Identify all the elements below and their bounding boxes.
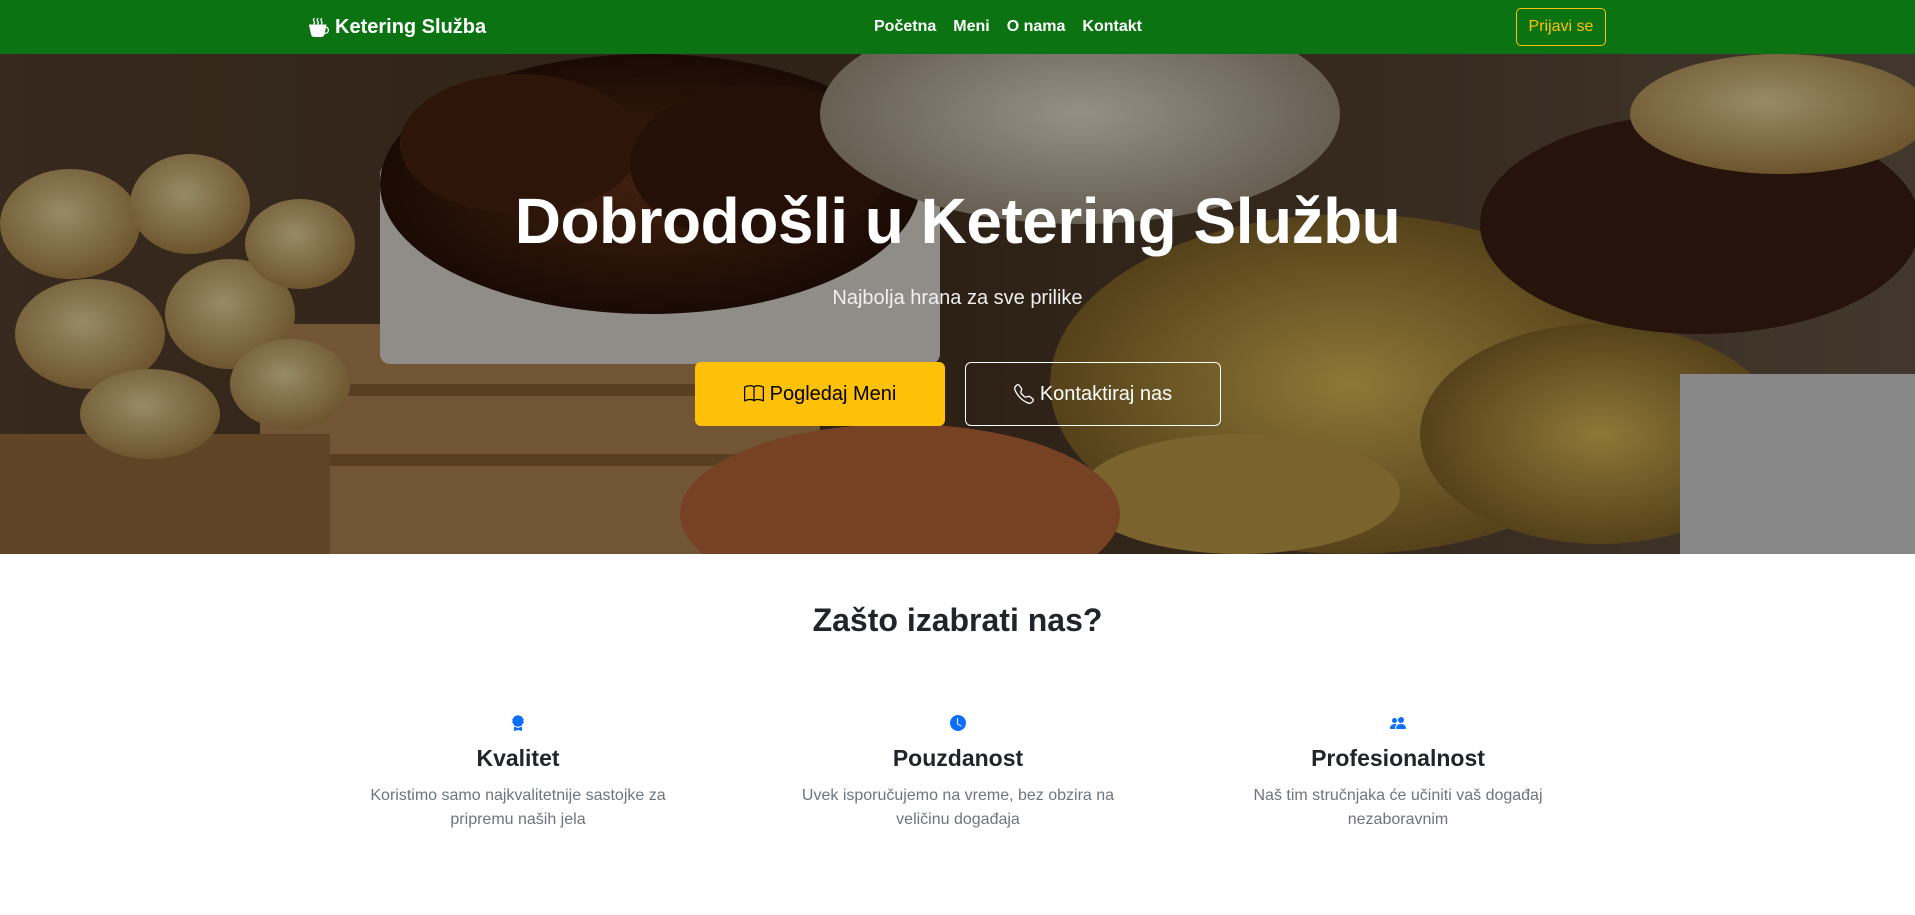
- book-icon: [743, 385, 764, 402]
- nav-link-o-nama[interactable]: O nama: [1007, 18, 1066, 36]
- people-icon: [1390, 717, 1406, 729]
- feature-text-quality: Koristimo samo najkvalitetnije sastojke …: [370, 787, 666, 828]
- feature-card-reliability: Pouzdanost Uvek isporučujemo na vreme, b…: [768, 715, 1148, 832]
- view-menu-label: Pogledaj Meni: [769, 382, 897, 405]
- brand-link[interactable]: Ketering Služba: [309, 0, 486, 54]
- hero-subtitle: Najbolja hrana za sve prilike: [832, 287, 1083, 309]
- nav-link-kontakt[interactable]: Kontakt: [1082, 18, 1142, 36]
- login-button[interactable]: Prijavi se: [1516, 8, 1606, 46]
- hero-section: Dobrodošli u Ketering Službu Najbolja hr…: [0, 54, 1915, 554]
- feature-card-quality: Kvalitet Koristimo samo najkvalitetnije …: [328, 715, 708, 832]
- feature-title-reliability: Pouzdanost: [892, 745, 1024, 771]
- feature-text-reliability: Uvek isporučujemo na vreme, bez obzira n…: [801, 787, 1115, 828]
- award-icon: [512, 715, 524, 731]
- nav-link-meni[interactable]: Meni: [953, 18, 989, 36]
- telephone-icon: [1013, 384, 1034, 404]
- feature-text-professionalism: Naš tim stručnjaka će učiniti vaš događa…: [1253, 787, 1543, 828]
- feature-title-quality: Kvalitet: [476, 745, 560, 771]
- contact-us-label: Kontaktiraj nas: [1039, 382, 1173, 405]
- feature-title-professionalism: Profesionalnost: [1311, 745, 1485, 771]
- feature-card-professionalism: Profesionalnost Naš tim stručnjaka će uč…: [1208, 715, 1588, 832]
- nav-link-pocetna[interactable]: Početna: [874, 18, 936, 36]
- contact-us-button[interactable]: Kontaktiraj nas: [965, 362, 1221, 426]
- view-menu-button[interactable]: Pogledaj Meni: [695, 362, 945, 426]
- brand-name: Ketering Služba: [335, 15, 487, 38]
- nav-links: Početna Meni O nama Kontakt: [874, 0, 1142, 54]
- hero-title: Dobrodošli u Ketering Službu: [514, 185, 1401, 257]
- navbar: Ketering Služba Početna Meni O nama Kont…: [0, 0, 1915, 54]
- features-title: Zašto izabrati nas?: [812, 602, 1103, 638]
- clock-icon: [950, 715, 966, 731]
- cup-hot-icon: [309, 17, 329, 37]
